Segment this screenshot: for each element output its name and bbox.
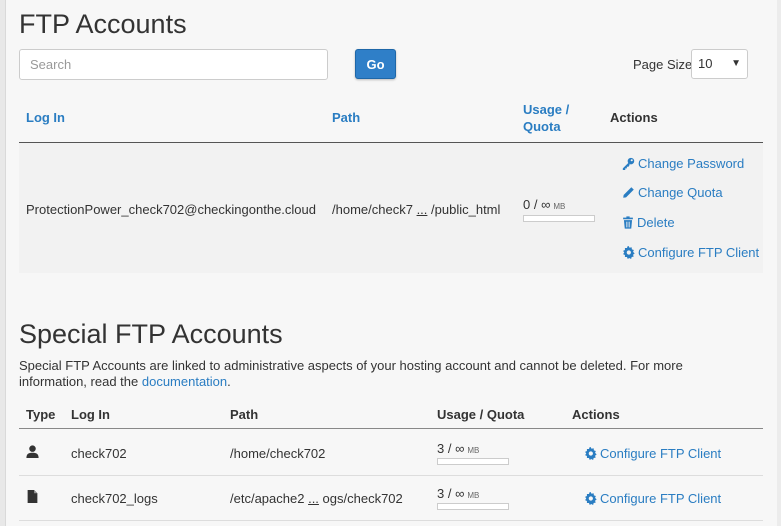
column-usage[interactable]: Usage / — [523, 102, 569, 117]
row-divider — [19, 475, 763, 476]
special-section-title: Special FTP Accounts — [19, 319, 283, 349]
path-cell: /home/check7 ... /public_html — [332, 202, 500, 217]
trash-icon — [623, 216, 633, 229]
change-password-label: Change Password — [638, 156, 745, 171]
usage-unit: MB — [467, 491, 480, 500]
go-button[interactable]: Go — [355, 49, 396, 79]
special-usage-cell: 3 / ∞ MB — [437, 486, 479, 501]
left-panel-edge — [0, 0, 6, 526]
description-suffix: . — [227, 374, 231, 389]
special-configure-ftp-client-link[interactable]: Configure FTP Client — [584, 491, 721, 506]
page-size-label: Page Size — [633, 57, 693, 72]
delete-label: Delete — [637, 215, 675, 230]
column-login-special: Log In — [71, 407, 110, 422]
usage-unit: MB — [467, 446, 480, 455]
key-icon — [622, 157, 635, 170]
special-header-divider — [19, 428, 763, 429]
special-configure-ftp-client-link[interactable]: Configure FTP Client — [584, 446, 721, 461]
caret-down-icon: ▼ — [731, 58, 741, 69]
search-input[interactable] — [19, 49, 328, 80]
gear-icon — [623, 246, 635, 259]
special-login-cell: check702_logs — [71, 491, 158, 506]
path-start: /etc/apache2 — [230, 491, 305, 506]
special-login-cell: check702 — [71, 446, 127, 461]
column-usage-quota-special: Usage / Quota — [437, 407, 525, 422]
special-description: Special FTP Accounts are linked to admin… — [19, 358, 719, 390]
change-password-link[interactable]: Change Password — [622, 156, 744, 171]
page-title: FTP Accounts — [19, 9, 187, 39]
description-text: Special FTP Accounts are linked to admin… — [19, 358, 683, 389]
usage-cell: 0 / ∞ MB — [523, 197, 565, 212]
configure-label: Configure FTP Client — [600, 446, 722, 461]
documentation-link[interactable]: documentation — [142, 374, 227, 389]
column-path[interactable]: Path — [332, 110, 360, 125]
table-row: ProtectionPower_check702@checkingonthe.c… — [19, 143, 763, 273]
gear-icon — [585, 447, 597, 460]
file-icon — [27, 490, 38, 503]
configure-ftp-client-link[interactable]: Configure FTP Client — [622, 245, 759, 260]
usage-bar — [437, 503, 509, 510]
usage-value: 3 / ∞ — [437, 441, 465, 456]
pencil-icon — [623, 187, 634, 198]
usage-bar — [523, 215, 595, 222]
gear-icon — [585, 492, 597, 505]
configure-label: Configure FTP Client — [600, 491, 722, 506]
change-quota-link[interactable]: Change Quota — [622, 185, 723, 200]
configure-label: Configure FTP Client — [638, 245, 760, 260]
usage-bar — [437, 458, 509, 465]
change-quota-label: Change Quota — [638, 185, 723, 200]
usage-value: 3 / ∞ — [437, 486, 465, 501]
row-divider — [19, 520, 763, 521]
path-end: ogs/check702 — [322, 491, 403, 506]
page-size-select[interactable]: 10 ▼ — [691, 49, 748, 79]
path-start: /home/check7 — [332, 202, 413, 217]
page-size-value: 10 — [698, 56, 713, 71]
column-quota[interactable]: Quota — [523, 119, 561, 134]
delete-link[interactable]: Delete — [622, 215, 675, 230]
path-ellipsis[interactable]: ... — [417, 202, 428, 217]
usage-unit: MB — [553, 202, 566, 211]
special-path-cell: /home/check702 — [230, 446, 326, 461]
column-type: Type — [26, 407, 56, 422]
column-actions: Actions — [610, 110, 658, 125]
login-cell: ProtectionPower_check702@checkingonthe.c… — [26, 202, 316, 217]
column-path-special: Path — [230, 407, 259, 422]
usage-value: 0 / ∞ — [523, 197, 551, 212]
scrollbar-track[interactable] — [777, 0, 781, 526]
column-login[interactable]: Log In — [26, 110, 65, 125]
path-ellipsis[interactable]: ... — [308, 491, 319, 506]
user-icon — [26, 445, 39, 458]
path-end: /public_html — [431, 202, 501, 217]
special-usage-cell: 3 / ∞ MB — [437, 441, 479, 456]
column-actions-special: Actions — [572, 407, 620, 422]
special-path-cell: /etc/apache2 ... ogs/check702 — [230, 491, 403, 506]
